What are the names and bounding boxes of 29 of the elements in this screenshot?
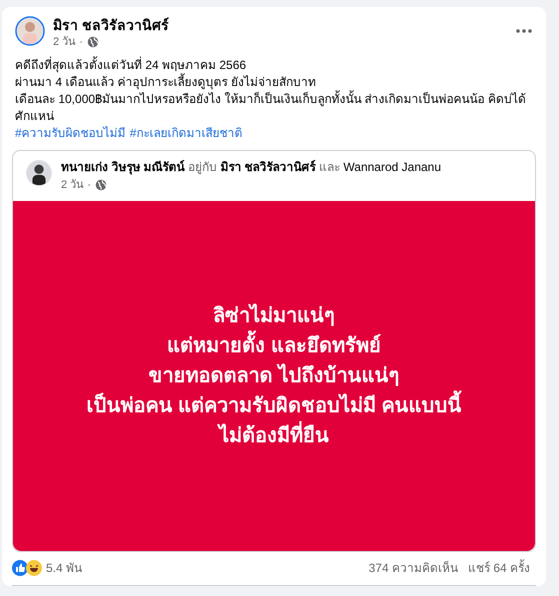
author-name[interactable]: ทนายเก่ง วิษรุษ มณีรัตน์: [61, 160, 185, 174]
post-time[interactable]: 2 วัน ·: [61, 176, 91, 193]
more-options-icon[interactable]: [516, 29, 532, 33]
like-icon[interactable]: [12, 560, 28, 576]
globe-icon: [94, 178, 107, 191]
and-text: และ: [319, 160, 340, 174]
image-text: ขายทอดตลาด ไปถึงบ้านแน่ๆ: [148, 362, 400, 388]
image-text: ไม่ต้องมีที่ยืน: [219, 420, 329, 450]
globe-icon: [86, 36, 99, 48]
hashtag-link[interactable]: #ความรับผิดชอบไม่มี: [15, 124, 126, 142]
post-text: ผ่านมา 4 เดือนแล้ว ค่าอุปการะเลี้ยงดูบุตร ยังไม่จ่ายสักบาท: [15, 74, 318, 90]
with-text: อยู่กับ: [188, 160, 218, 174]
tagged-name[interactable]: มิรา ชลวิรัลวานิศร์: [220, 160, 316, 174]
image-text: ลิซ่าไม่มาแน่ๆ: [213, 302, 335, 328]
post-text: คดีถึงที่สุดแล้วตั้งแต่วันที่ 24 พฤษภาคม 2566: [15, 56, 248, 73]
sharer-avatar[interactable]: [25, 158, 53, 186]
image-text: เป็นพ่อคน แต่ความรับผิดชอบไม่มี คนแบบนี้: [86, 390, 462, 420]
hashtag-link[interactable]: #กะเลยเกิดมาเสียชาติ: [130, 124, 242, 142]
post-time[interactable]: 2 วัน ·: [53, 34, 83, 50]
image-text: แต่หมายตั้ง และยึดทรัพย์: [167, 330, 381, 360]
reaction-count[interactable]: 5.4 พัน: [46, 559, 82, 577]
text-image[interactable]: ลิซ่าไม่มาแน่ๆ แต่หมายตั้ง และยึดทรัพย์ ขายทอดตลาด ไปถึงบ้านแน่ๆ เป็นพ่อคน แต่ความรับผิดชอบไม่มี คนแบบนี้ ไม่ต้องมีที่ยืน: [13, 200, 535, 550]
profile-avatar[interactable]: [15, 16, 45, 46]
author-name[interactable]: มิรา ชลวิรัลวานิศร์: [53, 16, 508, 34]
share-count[interactable]: แชร์ 64 ครั้ง: [468, 559, 530, 577]
tagged-name[interactable]: Wannarod Jananu: [343, 160, 442, 174]
comment-count[interactable]: 374 ความคิดเห็น: [368, 559, 458, 577]
laughing-face-icon[interactable]: [26, 560, 42, 576]
post-text: เดือนละ 10,000฿มันมากไปหรอหรือยังไง ให้มาก็เป็นเงินเก็บลูกทั้งนั้น ส่างเกิดมาเป็นพ่อคนน้อ คิดบ่ได้ศักแหน่: [15, 90, 528, 124]
